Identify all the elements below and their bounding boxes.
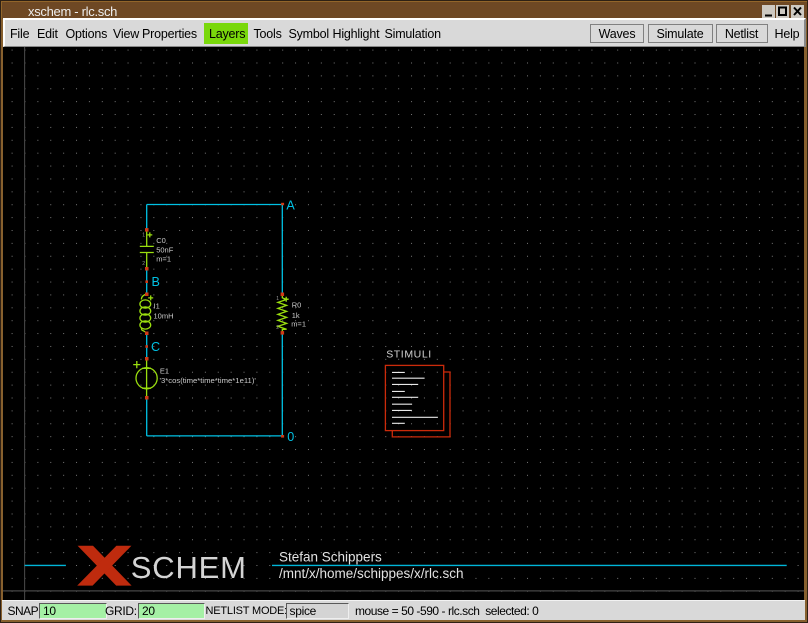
svg-text:E1: E1 xyxy=(160,367,169,376)
svg-text:1: 1 xyxy=(142,232,145,238)
svg-text:2: 2 xyxy=(276,325,279,331)
svg-text:C0: C0 xyxy=(156,236,166,245)
svg-text:/mnt/x/home/schippes/x/rlc.sch: /mnt/x/home/schippes/x/rlc.sch xyxy=(279,566,464,581)
svg-text:B: B xyxy=(152,275,160,289)
svg-text:'3*cos(time*time*time*1e11)': '3*cos(time*time*time*1e11)' xyxy=(160,376,257,385)
svg-text:A: A xyxy=(286,199,295,213)
svg-text:2: 2 xyxy=(142,261,145,267)
svg-text:I1: I1 xyxy=(154,302,160,311)
svg-text:10mH: 10mH xyxy=(154,311,174,320)
svg-text:R0: R0 xyxy=(292,300,302,309)
svg-text:0: 0 xyxy=(287,430,294,444)
svg-text:1: 1 xyxy=(276,296,279,302)
svg-text:C: C xyxy=(151,340,160,354)
svg-text:STIMULI: STIMULI xyxy=(386,349,432,361)
svg-text:m=1: m=1 xyxy=(156,255,171,264)
svg-text:SCHEM: SCHEM xyxy=(131,550,247,585)
svg-text:1k: 1k xyxy=(292,311,300,320)
svg-text:m=1: m=1 xyxy=(291,320,306,329)
svg-text:50nF: 50nF xyxy=(156,246,174,255)
svg-text:Stefan Schippers: Stefan Schippers xyxy=(279,550,382,565)
